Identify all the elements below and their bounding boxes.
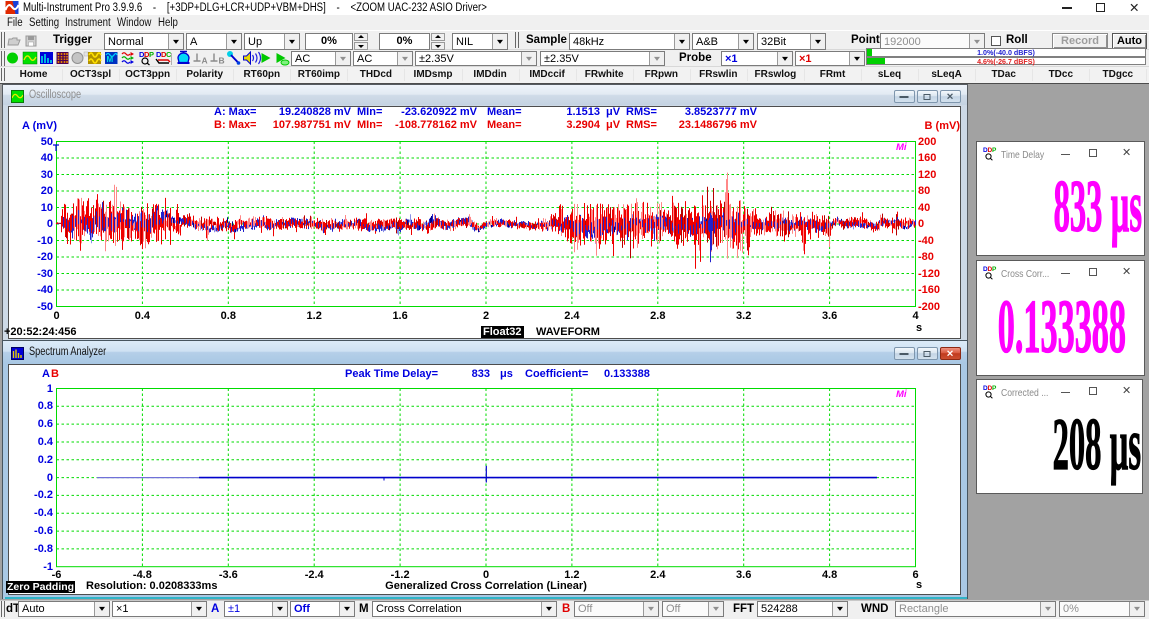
svg-text:B: B bbox=[219, 56, 225, 66]
svg-text:P: P bbox=[992, 147, 997, 154]
svg-text:P: P bbox=[149, 50, 154, 59]
svg-text:A: A bbox=[202, 56, 208, 66]
svg-text:M: M bbox=[107, 55, 114, 64]
svg-text:P: P bbox=[992, 266, 997, 273]
svg-text:P: P bbox=[992, 385, 997, 392]
